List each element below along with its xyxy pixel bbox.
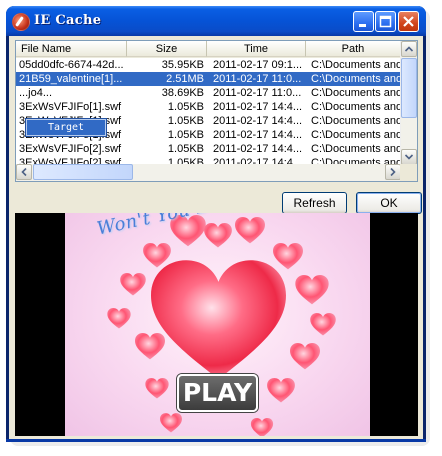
window-title: IE Cache (34, 13, 102, 28)
title-bar[interactable]: IE Cache (6, 6, 426, 36)
preview-stage: Won't You Be My Valentine? PLAY (65, 213, 370, 436)
cell-size: 1.05KB (167, 101, 204, 113)
column-header-size[interactable]: Size (127, 41, 207, 57)
minimize-button[interactable] (353, 11, 374, 32)
cell-time: 2011-02-17 09:1... (213, 59, 303, 71)
scroll-right-button[interactable] (385, 164, 401, 180)
table-row[interactable]: 3ExWsVFJIFo[2].swf 1.05KB 2011-02-17 14:4.… (16, 142, 401, 156)
cell-size: 2.51MB (166, 73, 204, 85)
cell-size: 1.05KB (167, 115, 204, 127)
cell-size: 1.05KB (167, 129, 204, 141)
cell-time: 2011-02-17 14:4... (213, 101, 303, 113)
horizontal-scrollbar[interactable] (16, 164, 401, 181)
column-header-filename[interactable]: File Name (16, 41, 127, 57)
list-header: File Name Size Time Path (16, 41, 401, 58)
cell-filename: 3ExWsVFJIFo[2].swf (19, 143, 122, 155)
scroll-down-button[interactable] (401, 149, 417, 165)
cell-size: 1.05KB (167, 143, 204, 155)
horizontal-scroll-thumb[interactable] (33, 164, 133, 180)
scroll-up-button[interactable] (401, 41, 417, 57)
vertical-scroll-thumb[interactable] (401, 58, 417, 118)
refresh-button[interactable]: Refresh (282, 192, 347, 214)
cell-time: 2011-02-17 14:4... (213, 143, 303, 155)
cell-filename: 3ExWsVFJIFo[1].swf (19, 101, 122, 113)
cell-size: 38.69KB (161, 87, 204, 99)
table-row[interactable]: 05dd0dfc-6674-42d... 35.95KB 2011-02-17 09… (16, 58, 401, 72)
maximize-button[interactable] (375, 11, 396, 32)
scroll-corner (400, 164, 417, 181)
cache-list[interactable]: File Name Size Time Path 05dd0dfc-6674-4… (15, 40, 418, 182)
cell-time: 2011-02-17 14:4... (213, 129, 303, 141)
ok-button[interactable]: OK (356, 192, 422, 214)
cell-path: C:\Documents and (311, 59, 401, 71)
cell-path: C:\Documents and (311, 73, 401, 85)
big-heart (151, 260, 286, 380)
app-icon (12, 13, 30, 31)
context-menu-item-target[interactable]: Target (26, 119, 106, 136)
cell-time: 2011-02-17 11:0... (213, 87, 302, 99)
vertical-scrollbar[interactable] (400, 41, 417, 166)
table-row[interactable]: 3ExWsVFJIFo[1].swf 1.05KB 2011-02-17 14:4.… (16, 100, 401, 114)
table-row[interactable]: 21B59_valentine[1]... 2.51MB 2011-02-17 11… (16, 72, 401, 86)
close-button[interactable] (398, 11, 419, 32)
flash-preview[interactable]: Won't You Be My Valentine? PLAY (15, 213, 418, 436)
cell-time: 2011-02-17 11:0... (213, 73, 302, 85)
cell-filename: 21B59_valentine[1]... (19, 73, 123, 85)
scroll-left-button[interactable] (16, 164, 32, 180)
client-area: File Name Size Time Path 05dd0dfc-6674-4… (9, 36, 423, 439)
table-row[interactable]: ...jo4... 38.69KB 2011-02-17 11:0... C:\Doc… (16, 86, 401, 100)
column-header-time[interactable]: Time (207, 41, 306, 57)
cell-path: C:\Documents and (311, 87, 401, 99)
list-rows: 05dd0dfc-6674-42d... 35.95KB 2011-02-17 09… (16, 58, 401, 170)
cell-size: 35.95KB (161, 59, 204, 71)
cell-filename: 05dd0dfc-6674-42d... (19, 59, 124, 71)
cell-filename: ...jo4... (19, 87, 53, 99)
app-window: IE Cache File Name Size Time Path 05dd0d… (6, 6, 426, 442)
cell-path: C:\Documents and (311, 143, 401, 155)
cell-path: C:\Documents and (311, 115, 401, 127)
cell-path: C:\Documents and (311, 101, 401, 113)
cell-path: C:\Documents and (311, 129, 401, 141)
play-button[interactable]: PLAY (177, 374, 258, 412)
window-bottom-edge (6, 439, 426, 442)
cell-time: 2011-02-17 14:4... (213, 115, 303, 127)
column-header-path[interactable]: Path (306, 41, 401, 57)
